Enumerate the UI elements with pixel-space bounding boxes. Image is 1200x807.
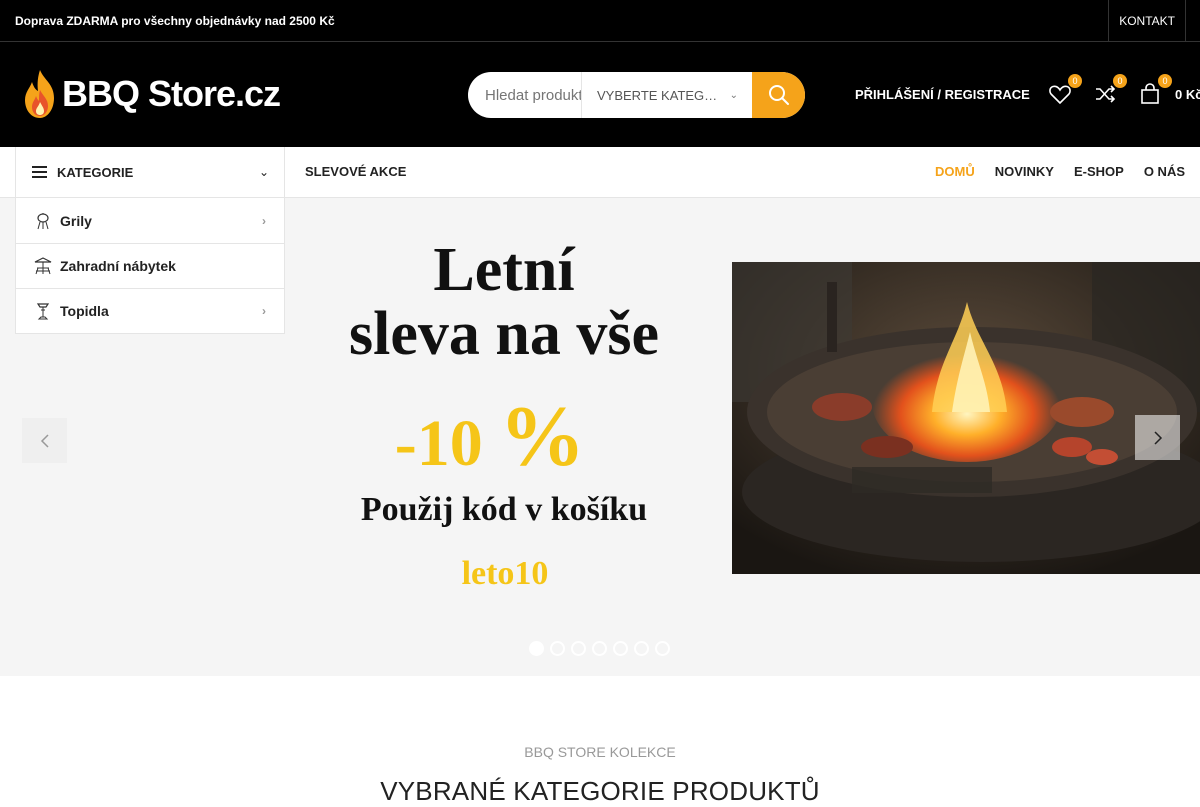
section-title: VYBRANÉ KATEGORIE PRODUKTŮ (380, 776, 820, 806)
category-menu: Grily › Zahradní nábytek Topidla › (15, 198, 285, 334)
flame-logo-icon (25, 70, 54, 118)
chevron-right-icon (1153, 430, 1162, 445)
slide-grill-photo (732, 262, 1200, 574)
category-item-grills[interactable]: Grily › (16, 198, 284, 243)
shopping-bag-icon (1141, 83, 1159, 104)
slide-code-label: Použij kód v košíku (360, 491, 648, 528)
cart-count-badge: 0 (1158, 74, 1172, 88)
search-category-select[interactable]: VYBERTE KATEG… ⌄ (581, 72, 752, 118)
nav-item-home[interactable]: DOMŮ (935, 164, 975, 179)
chevron-left-icon (40, 433, 49, 448)
wishlist-count-badge: 0 (1068, 74, 1082, 88)
category-label: Topidla (60, 303, 109, 319)
cart-button[interactable]: 0 (1138, 74, 1172, 106)
slider-dot[interactable] (592, 641, 607, 656)
hero-slider: Grily › Zahradní nábytek Topidla › Letní… (0, 198, 1200, 676)
search-button[interactable] (752, 72, 805, 118)
heart-icon (1049, 85, 1071, 105)
login-register-link[interactable]: PŘIHLÁŠENÍ / REGISTRACE (855, 87, 1030, 102)
search-icon (768, 85, 789, 105)
chevron-right-icon: › (262, 304, 266, 318)
featured-categories-section: BBQ STORE KOLEKCE VYBRANÉ KATEGORIE PROD… (0, 676, 1200, 806)
slider-dot[interactable] (655, 641, 670, 656)
garden-furniture-icon (34, 257, 52, 275)
slider-prev-button[interactable] (22, 418, 67, 463)
slider-dot[interactable] (634, 641, 649, 656)
logo-text: BBQ Store.cz (62, 73, 281, 114)
navigation-bar: KATEGORIE ⌄ SLEVOVÉ AKCE DOMŮ NOVINKY E-… (0, 147, 1200, 198)
search-bar: VYBERTE KATEG… ⌄ (468, 72, 805, 118)
chevron-right-icon: › (262, 213, 266, 228)
compare-button[interactable]: 0 (1093, 74, 1127, 106)
cart-total[interactable]: 0 Kč (1175, 87, 1200, 102)
nav-item-eshop[interactable]: E-SHOP (1074, 164, 1124, 179)
top-bar: Doprava ZDARMA pro všechny objednávky na… (0, 0, 1200, 42)
hamburger-menu-icon (32, 166, 47, 178)
slider-dot[interactable] (529, 641, 544, 656)
contact-link[interactable]: KONTAKT (1108, 0, 1186, 42)
category-item-heaters[interactable]: Topidla › (16, 288, 284, 333)
category-label: Grily (60, 212, 92, 229)
main-menu: DOMŮ NOVINKY E-SHOP O NÁS (935, 164, 1185, 179)
discount-value: -10 (394, 407, 483, 480)
grill-icon (34, 212, 52, 230)
site-logo[interactable]: BBQ Store.cz (20, 68, 281, 120)
slide-discount-code: leto10 (461, 555, 549, 592)
compare-count-badge: 0 (1113, 74, 1127, 88)
discount-percent-sign: % (499, 388, 586, 484)
categories-toggle[interactable]: KATEGORIE ⌄ (15, 147, 285, 198)
slider-dot[interactable] (550, 641, 565, 656)
slide-discount: -10 % (290, 386, 690, 486)
slider-pagination (529, 641, 670, 656)
chevron-down-icon: ⌄ (729, 89, 738, 101)
slider-next-button[interactable] (1135, 415, 1180, 460)
slider-dot[interactable] (571, 641, 586, 656)
category-item-garden-furniture[interactable]: Zahradní nábytek (16, 243, 284, 288)
heater-icon (34, 302, 52, 320)
section-subtitle: BBQ STORE KOLEKCE (524, 744, 676, 760)
chevron-down-icon: ⌄ (258, 165, 269, 179)
wishlist-button[interactable]: 0 (1048, 74, 1082, 106)
shuffle-compare-icon (1096, 85, 1116, 103)
slide-headline-line2: sleva na vše (349, 300, 659, 368)
nav-item-about[interactable]: O NÁS (1144, 164, 1185, 179)
search-input[interactable] (468, 72, 581, 118)
search-category-label: VYBERTE KATEG… (597, 87, 718, 103)
shipping-promo-text: Doprava ZDARMA pro všechny objednávky na… (15, 13, 335, 28)
nav-discounts-link[interactable]: SLEVOVÉ AKCE (305, 164, 406, 179)
nav-item-news[interactable]: NOVINKY (995, 164, 1054, 179)
categories-label: KATEGORIE (57, 164, 134, 180)
category-label: Zahradní nábytek (60, 258, 176, 274)
slide-headline-line1: Letní (433, 236, 575, 304)
slider-dot[interactable] (613, 641, 628, 656)
grill-photo-image (732, 262, 1200, 574)
